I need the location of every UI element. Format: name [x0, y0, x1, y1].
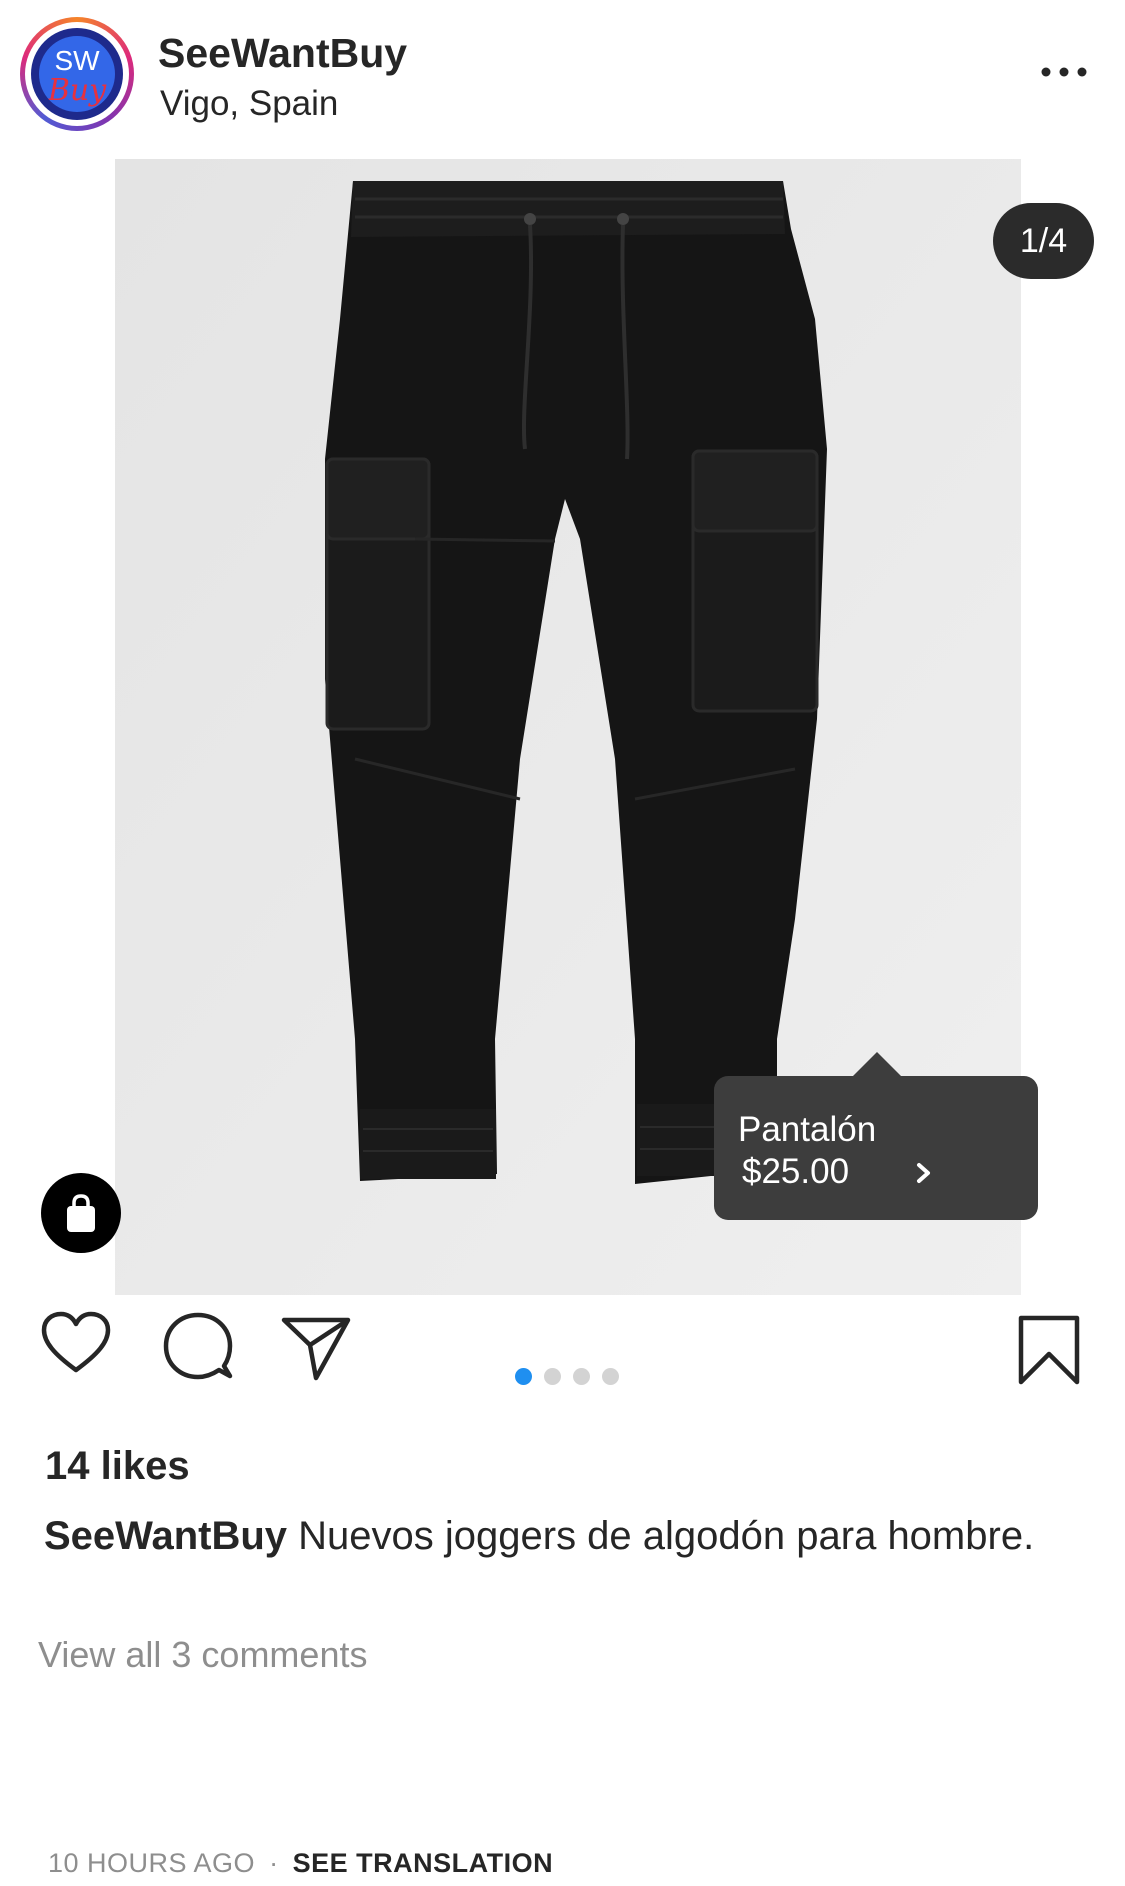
carousel-dot	[544, 1368, 561, 1385]
carousel-dot	[515, 1368, 532, 1385]
avatar-logo-bottom: Buy	[47, 73, 107, 108]
product-tag-name[interactable]: Pantalón	[738, 1110, 876, 1150]
heart-icon[interactable]	[40, 1310, 112, 1376]
post-caption: SeeWantBuy Nuevos joggers de algodón par…	[40, 1512, 1080, 1560]
avatar-logo-top: SW	[54, 45, 100, 76]
likes-count[interactable]: 14 likes	[45, 1444, 190, 1489]
caption-text: Nuevos joggers de algodón para hombre.	[298, 1514, 1035, 1558]
comment-icon[interactable]	[162, 1310, 234, 1382]
chevron-right-icon[interactable]	[912, 1158, 936, 1188]
carousel-dot	[602, 1368, 619, 1385]
post-location[interactable]: Vigo, Spain	[160, 84, 338, 124]
more-icon[interactable]	[1034, 52, 1094, 92]
see-translation-link[interactable]: SEE TRANSLATION	[293, 1848, 554, 1878]
product-tag-price[interactable]: $25.00	[742, 1152, 849, 1192]
bookmark-icon[interactable]	[1016, 1314, 1082, 1386]
post-username[interactable]: SeeWantBuy	[158, 30, 407, 77]
caption-username[interactable]: SeeWantBuy	[44, 1514, 287, 1558]
post-timestamp: 10 HOURS AGO	[48, 1848, 256, 1878]
avatar-logo: SW Buy	[39, 36, 115, 112]
shop-button[interactable]	[41, 1173, 121, 1253]
avatar[interactable]: SW Buy	[20, 17, 134, 131]
shopping-bag-icon	[67, 1194, 95, 1232]
post-footer: 10 HOURS AGO · SEE TRANSLATION	[48, 1848, 553, 1879]
carousel-indicator	[515, 1368, 619, 1386]
carousel-dot	[573, 1368, 590, 1385]
share-icon[interactable]	[280, 1315, 352, 1383]
image-counter: 1/4	[993, 203, 1094, 279]
product-tag-pointer	[853, 1052, 901, 1076]
view-comments-link[interactable]: View all 3 comments	[38, 1634, 367, 1676]
footer-separator: ·	[269, 1848, 279, 1878]
